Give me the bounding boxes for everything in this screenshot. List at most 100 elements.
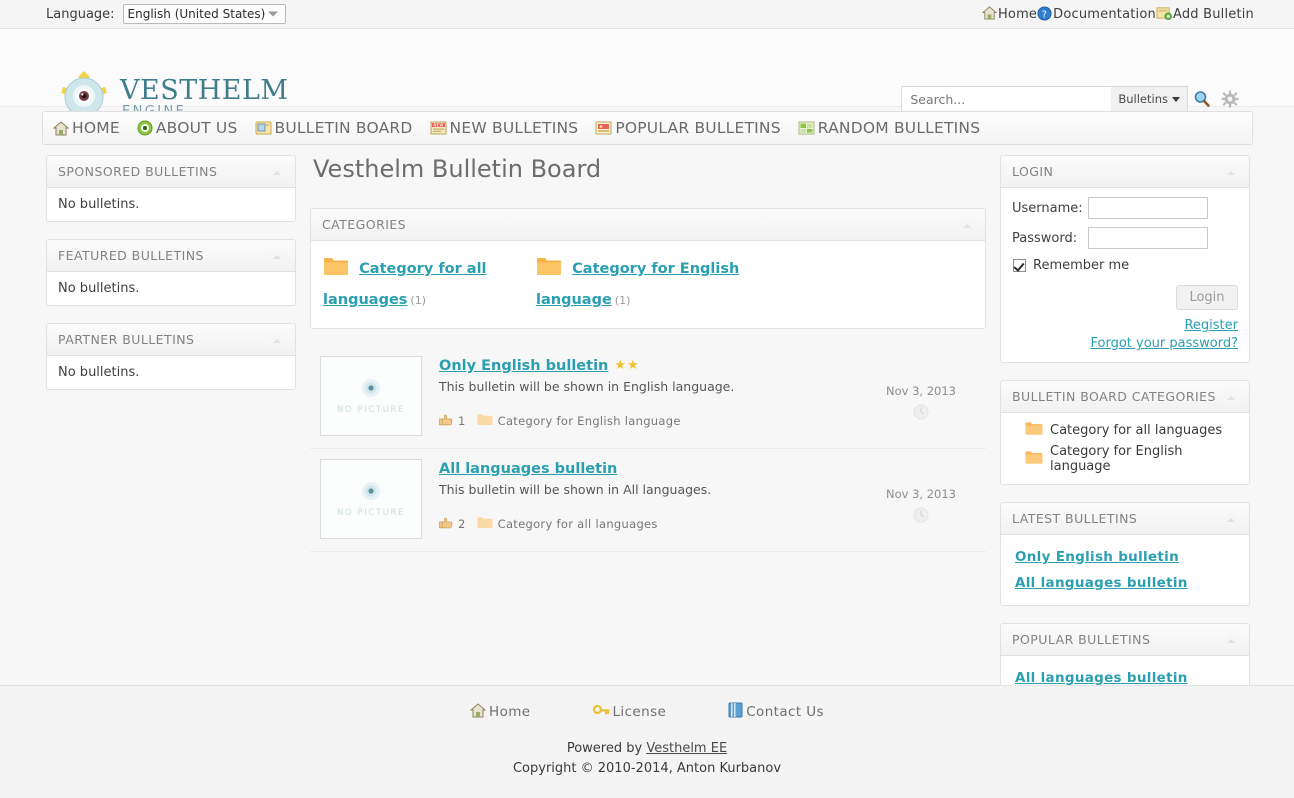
bulletin-date: Nov 3, 2013	[886, 487, 956, 501]
footer-link-home[interactable]: Home	[470, 702, 530, 722]
search-scope-dropdown[interactable]: Bulletins	[1111, 86, 1188, 112]
right-sidebar: LOGIN Username: Password: Remember me Lo…	[1000, 155, 1250, 744]
panel-title: FEATURED BULLETINS	[58, 248, 204, 263]
panel-body: No bulletins.	[46, 188, 296, 222]
search-bar: Bulletins	[901, 86, 1244, 112]
new-icon: NEW	[430, 120, 447, 136]
category-count: (1)	[615, 294, 631, 307]
panel-partner-bulletins: PARTNER BULLETINS No bulletins.	[46, 323, 296, 390]
panel-title: LATEST BULLETINS	[1012, 511, 1137, 526]
svg-text:?: ?	[1042, 9, 1047, 20]
nav-item-home[interactable]: HOME	[53, 119, 120, 137]
collapse-icon[interactable]	[1223, 633, 1239, 649]
search-button[interactable]	[1188, 86, 1216, 112]
collapse-icon[interactable]	[1223, 165, 1239, 181]
copyright-line: Copyright © 2010-2014, Anton Kurbanov	[0, 759, 1294, 779]
views-count: 1	[458, 414, 466, 428]
latest-bulletin-link[interactable]: Only English bulletin	[1012, 544, 1238, 570]
views-count: 2	[458, 517, 466, 531]
footer-link-home-label: Home	[489, 704, 530, 720]
panel-latest-bulletins: LATEST BULLETINS Only English bulletin A…	[1000, 502, 1250, 606]
collapse-icon[interactable]	[1223, 390, 1239, 406]
top-link-documentation[interactable]: ? Documentation	[1037, 6, 1156, 24]
top-link-home[interactable]: Home	[982, 6, 1037, 23]
side-category-item[interactable]: Category for English language	[1009, 442, 1241, 476]
bulletin-date-block: Nov 3, 2013	[866, 384, 976, 423]
language-label: Language:	[46, 7, 115, 22]
footer-link-license[interactable]: License	[593, 702, 667, 722]
main-content: Vesthelm Bulletin Board CATEGORIES Categ…	[310, 155, 986, 552]
nav-item-popular-bulletins-label: POPULAR BULLETINS	[615, 119, 780, 137]
forgot-password-link[interactable]: Forgot your password?	[1012, 335, 1238, 353]
collapse-icon[interactable]	[1223, 512, 1239, 528]
nav-item-bulletin-board[interactable]: BULLETIN BOARD	[255, 119, 413, 137]
folder-icon	[1025, 421, 1043, 440]
username-input[interactable]	[1088, 197, 1208, 219]
password-input[interactable]	[1088, 227, 1208, 249]
footer-link-contact-us[interactable]: Contact Us	[728, 702, 824, 722]
panel-body: Category for all languages(1) Category f…	[310, 241, 986, 329]
language-select-value: English (United States)	[128, 7, 266, 21]
bulletin-thumbnail[interactable]: NO PICTURE	[320, 459, 422, 539]
remember-me-row[interactable]: Remember me	[1013, 258, 1238, 273]
bulletin-title-link[interactable]: All languages bulletin	[439, 461, 617, 477]
panel-body: Category for all languages Category for …	[1000, 413, 1250, 485]
login-button[interactable]: Login	[1176, 285, 1238, 310]
no-picture-label: NO PICTURE	[337, 508, 405, 518]
search-input[interactable]	[901, 86, 1111, 112]
bulletin-title-link[interactable]: Only English bulletin	[439, 358, 608, 374]
search-scope-label: Bulletins	[1118, 92, 1168, 106]
panel-header: FEATURED BULLETINS	[46, 239, 296, 272]
footer-link-license-label: License	[613, 704, 667, 720]
random-icon	[798, 120, 815, 136]
collapse-icon[interactable]	[959, 218, 975, 234]
main-navigation: HOME ABOUT US BULLETIN BOARD NEW NEW BUL…	[42, 111, 1253, 145]
register-link[interactable]: Register	[1012, 317, 1238, 335]
home-icon	[470, 703, 486, 722]
collapse-icon[interactable]	[269, 165, 285, 181]
nav-item-new-bulletins[interactable]: NEW NEW BULLETINS	[430, 119, 579, 137]
nav-item-bulletin-board-label: BULLETIN BOARD	[275, 119, 413, 137]
panel-header: PARTNER BULLETINS	[46, 323, 296, 356]
clock-icon	[866, 404, 976, 423]
bulletin-category[interactable]: Category for all languages	[498, 517, 658, 531]
add-bulletin-icon	[1156, 6, 1172, 23]
panel-featured-bulletins: FEATURED BULLETINS No bulletins.	[46, 239, 296, 306]
home-icon	[982, 6, 997, 23]
panel-title: LOGIN	[1012, 164, 1053, 179]
collapse-icon[interactable]	[269, 333, 285, 349]
side-category-item[interactable]: Category for all languages	[1009, 419, 1241, 442]
panel-header: LOGIN	[1000, 155, 1250, 188]
folder-icon	[1025, 450, 1043, 469]
top-link-add-bulletin[interactable]: Add Bulletin	[1156, 6, 1254, 23]
top-language-bar: Language: English (United States) Home ?…	[0, 0, 1294, 29]
nav-item-about-us[interactable]: ABOUT US	[137, 119, 238, 137]
top-link-add-bulletin-label: Add Bulletin	[1173, 7, 1254, 22]
password-row: Password:	[1012, 227, 1238, 249]
search-settings-button[interactable]	[1216, 86, 1244, 112]
gear-icon	[1221, 90, 1239, 108]
latest-bulletin-link[interactable]: All languages bulletin	[1012, 570, 1238, 596]
svg-text:NEW: NEW	[433, 123, 443, 128]
login-links: Register Forgot your password?	[1012, 317, 1238, 353]
language-select[interactable]: English (United States)	[123, 4, 286, 24]
book-icon	[728, 702, 743, 722]
clock-icon	[866, 507, 976, 526]
category-count: (1)	[410, 294, 426, 307]
nav-item-random-bulletins[interactable]: RANDOM BULLETINS	[798, 119, 981, 137]
category-cell: Category for English language(1)	[536, 255, 749, 314]
top-link-home-label: Home	[998, 7, 1037, 22]
nav-item-home-label: HOME	[72, 119, 120, 137]
panel-title: PARTNER BULLETINS	[58, 332, 194, 347]
nav-item-popular-bulletins[interactable]: POPULAR BULLETINS	[595, 119, 780, 137]
no-picture-icon	[360, 377, 382, 399]
powered-by-link[interactable]: Vesthelm EE	[646, 741, 727, 756]
bulletin-category[interactable]: Category for English language	[498, 414, 681, 428]
panel-body: No bulletins.	[46, 356, 296, 390]
category-link[interactable]: Category for English language	[536, 261, 739, 308]
bulletin-thumbnail[interactable]: NO PICTURE	[320, 356, 422, 436]
remember-me-checkbox[interactable]	[1013, 259, 1026, 272]
collapse-icon[interactable]	[269, 249, 285, 265]
eye-icon	[137, 120, 153, 136]
folder-icon	[323, 266, 353, 281]
